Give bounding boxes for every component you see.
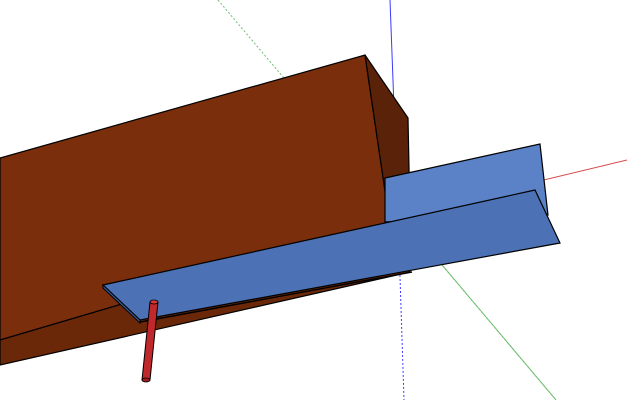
wooden-beam[interactable] xyxy=(0,54,411,366)
scene-canvas[interactable] xyxy=(0,0,627,400)
pin-top xyxy=(149,299,159,305)
pin-bottom xyxy=(141,377,151,383)
modeling-viewport[interactable] xyxy=(0,0,627,400)
